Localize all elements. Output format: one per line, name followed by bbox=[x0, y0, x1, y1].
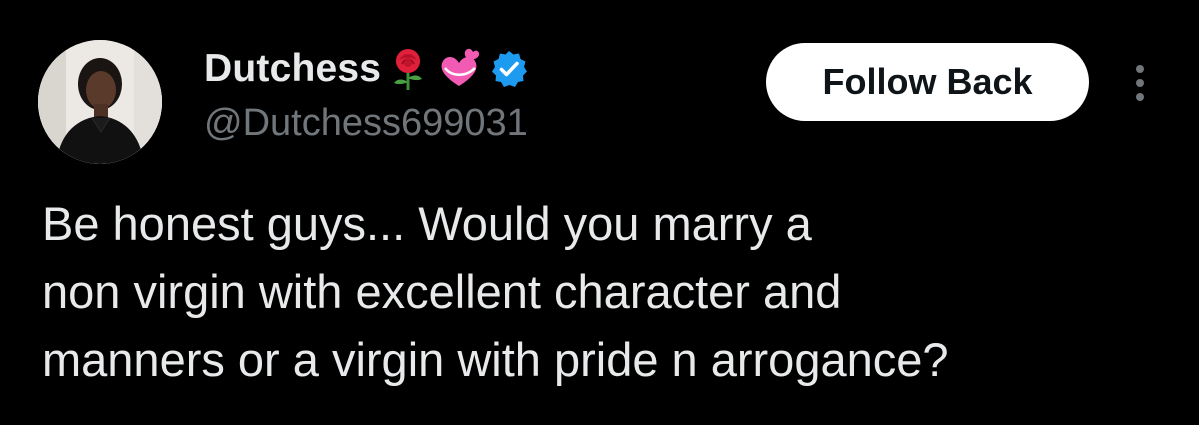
tweet-text: Be honest guys... Would you marry a non … bbox=[42, 190, 1182, 394]
tweet-card: Dutchess @Dutchess699031 Follow Back Be … bbox=[0, 0, 1199, 425]
revolving-hearts-emoji bbox=[435, 46, 481, 92]
more-options-button[interactable] bbox=[1118, 58, 1162, 108]
display-name[interactable]: Dutchess bbox=[204, 44, 381, 94]
avatar-photo bbox=[38, 40, 162, 164]
author-handle[interactable]: @Dutchess699031 bbox=[204, 100, 528, 146]
author-name-row[interactable]: Dutchess bbox=[204, 44, 529, 94]
tweet-text-line: manners or a virgin with pride n arrogan… bbox=[42, 333, 949, 386]
rose-emoji bbox=[385, 46, 431, 92]
follow-back-button[interactable]: Follow Back bbox=[766, 43, 1089, 121]
tweet-text-line: Be honest guys... Would you marry a bbox=[42, 197, 812, 250]
more-options-icon bbox=[1136, 65, 1144, 101]
verified-badge-icon[interactable] bbox=[489, 49, 529, 89]
tweet-text-line: non virgin with excellent character and bbox=[42, 265, 842, 318]
avatar[interactable] bbox=[38, 40, 162, 164]
